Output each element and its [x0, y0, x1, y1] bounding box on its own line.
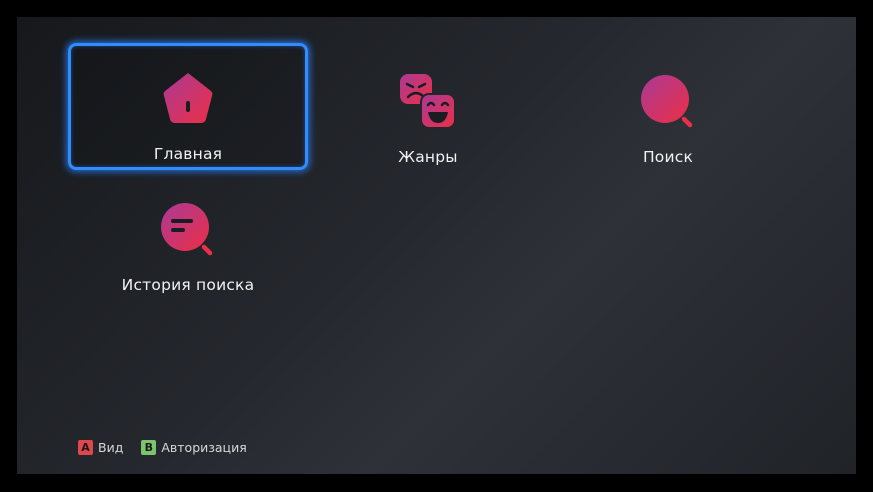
search-history-icon — [161, 203, 213, 256]
red-a-key-icon: A — [78, 440, 93, 455]
hint-label: Авторизация — [161, 440, 247, 455]
menu-item-label: История поиска — [121, 276, 255, 294]
genres-masks-icon — [400, 74, 456, 129]
hint-label: Вид — [98, 440, 124, 455]
menu-item-label: Главная — [153, 145, 223, 163]
hint-view[interactable]: A Вид — [78, 440, 123, 455]
tv-screen: Главная Жанры Поиск История поиска A Вид… — [17, 17, 856, 474]
menu-item-search[interactable]: Поиск — [548, 46, 788, 173]
search-icon — [641, 75, 693, 128]
remote-hints-bar: A Вид B Авторизация — [78, 440, 247, 455]
menu-item-home[interactable]: Главная — [68, 43, 308, 170]
home-icon — [163, 73, 213, 123]
menu-item-label: Поиск — [642, 148, 694, 166]
green-b-key-icon: B — [141, 440, 157, 455]
menu-item-search-history[interactable]: История поиска — [68, 174, 308, 301]
menu-item-label: Жанры — [398, 148, 458, 166]
menu-item-genres[interactable]: Жанры — [308, 46, 548, 173]
hint-authorization[interactable]: B Авторизация — [141, 440, 247, 455]
